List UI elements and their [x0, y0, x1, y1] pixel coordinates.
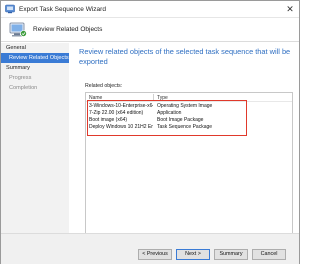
wizard-footer: < Previous Next > Summary Cancel — [1, 233, 299, 264]
sidebar-item-completion: Completion — [9, 85, 38, 91]
wizard-steps-sidebar: General Review Related Objects Summary P… — [1, 43, 69, 264]
next-button[interactable]: Next > — [176, 249, 210, 260]
main-content: Review related objects of the selected t… — [69, 43, 299, 235]
red-highlight-box — [87, 100, 247, 136]
summary-button[interactable]: Summary — [214, 249, 248, 260]
close-button[interactable]: ✕ — [283, 3, 297, 15]
computer-wizard-icon — [9, 22, 27, 37]
page-header-title: Review Related Objects — [33, 26, 103, 33]
wizard-app-icon — [5, 4, 15, 14]
title-bar: Export Task Sequence Wizard ✕ — [1, 1, 299, 18]
window-title: Export Task Sequence Wizard — [19, 5, 106, 13]
sidebar-item-summary[interactable]: Summary — [1, 63, 69, 73]
sidebar-item-review-related-objects[interactable]: Review Related Objects — [1, 53, 69, 63]
content-heading: Review related objects of the selected t… — [79, 47, 291, 66]
previous-button[interactable]: < Previous — [138, 249, 172, 260]
related-objects-label: Related objects: — [85, 83, 123, 89]
sidebar-item-progress: Progress — [9, 75, 32, 81]
related-objects-list[interactable]: Name Type 3-Windows-10-Enterprise-x64 Op… — [85, 92, 293, 235]
page-header: Review Related Objects — [1, 18, 299, 42]
cancel-button[interactable]: Cancel — [252, 249, 286, 260]
wizard-window: Export Task Sequence Wizard ✕ Review Rel… — [0, 0, 300, 264]
sidebar-item-general[interactable]: General — [1, 43, 69, 53]
